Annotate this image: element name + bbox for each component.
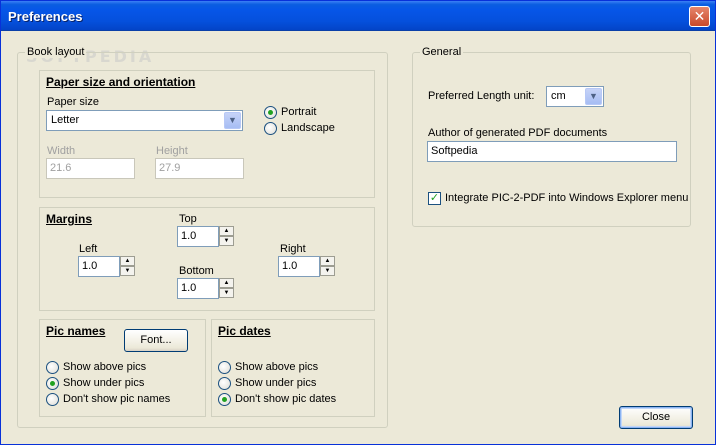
arrow-up-icon[interactable]: ▲ xyxy=(219,278,234,288)
pic-dates-above-label: Show above pics xyxy=(235,361,319,373)
pic-names-under-label: Show under pics xyxy=(63,377,145,389)
margin-top-value[interactable]: 1.0 xyxy=(177,226,219,247)
pic-dates-none-dot[interactable] xyxy=(218,393,231,406)
margin-bottom-label: Bottom xyxy=(179,265,214,277)
pic-dates-header: Pic dates xyxy=(218,324,271,338)
dialog-client: SOFTPEDIA Book layout Paper size and ori… xyxy=(4,32,712,442)
author-label: Author of generated PDF documents xyxy=(428,127,608,139)
pic-names-header: Pic names xyxy=(46,324,106,338)
width-label: Width xyxy=(47,145,76,157)
font-button[interactable]: Font... xyxy=(124,329,188,352)
pic-names-none-label: Don't show pic names xyxy=(63,393,171,405)
book-layout-legend: Book layout xyxy=(25,46,87,58)
close-button[interactable]: Close xyxy=(619,406,693,429)
general-legend: General xyxy=(420,46,464,58)
pic-dates-none-label: Don't show pic dates xyxy=(235,393,337,405)
margin-bottom-stepper[interactable]: 1.0 ▲ ▼ xyxy=(177,278,234,299)
margin-left-stepper[interactable]: 1.0 ▲ ▼ xyxy=(78,256,135,277)
general-group: General Preferred Length unit: cm ▼ Auth… xyxy=(412,46,691,227)
margin-top-label: Top xyxy=(179,213,197,225)
window-title: Preferences xyxy=(8,9,83,24)
length-unit-select[interactable]: cm ▼ xyxy=(546,86,604,107)
arrow-down-icon[interactable]: ▼ xyxy=(219,236,234,246)
chevron-down-icon[interactable]: ▼ xyxy=(585,88,602,105)
pic-names-under-dot[interactable] xyxy=(46,377,59,390)
pic-dates-under-label: Show under pics xyxy=(235,377,317,389)
margin-right-value[interactable]: 1.0 xyxy=(278,256,320,277)
preferences-window: Preferences ✕ SOFTPEDIA Book layout Pape… xyxy=(0,0,716,445)
radio-portrait-label: Portrait xyxy=(281,106,317,118)
radio-landscape-dot[interactable] xyxy=(264,122,277,135)
arrow-down-icon[interactable]: ▼ xyxy=(120,266,135,276)
chevron-down-icon[interactable]: ▼ xyxy=(224,112,241,129)
paper-header: Paper size and orientation xyxy=(46,75,196,89)
pic-dates-under-dot[interactable] xyxy=(218,377,231,390)
height-label: Height xyxy=(156,145,188,157)
author-field[interactable]: Softpedia xyxy=(427,141,677,162)
close-icon[interactable]: ✕ xyxy=(689,6,710,27)
integrate-label: Integrate PIC-2-PDF into Windows Explore… xyxy=(445,192,689,204)
pic-dates-above-dot[interactable] xyxy=(218,361,231,374)
margin-left-value[interactable]: 1.0 xyxy=(78,256,120,277)
paper-size-select[interactable]: Letter ▼ xyxy=(46,110,243,131)
margin-top-stepper[interactable]: 1.0 ▲ ▼ xyxy=(177,226,234,247)
arrow-down-icon[interactable]: ▼ xyxy=(219,288,234,298)
paper-size-value: Letter xyxy=(51,114,80,126)
paper-group: Paper size and orientation Paper size Le… xyxy=(39,70,375,198)
arrow-up-icon[interactable]: ▲ xyxy=(219,226,234,236)
margins-header: Margins xyxy=(46,212,93,226)
margin-right-stepper[interactable]: 1.0 ▲ ▼ xyxy=(278,256,335,277)
arrow-up-icon[interactable]: ▲ xyxy=(320,256,335,266)
length-unit-value: cm xyxy=(551,90,566,102)
arrow-up-icon[interactable]: ▲ xyxy=(120,256,135,266)
height-field[interactable]: 27.9 xyxy=(155,158,244,179)
paper-size-label: Paper size xyxy=(47,96,99,108)
margins-group: Margins Top 1.0 ▲ ▼ Left 1.0 ▲ ▼ Right 1.0… xyxy=(39,207,375,311)
arrow-down-icon[interactable]: ▼ xyxy=(320,266,335,276)
pic-names-above-dot[interactable] xyxy=(46,361,59,374)
margin-bottom-value[interactable]: 1.0 xyxy=(177,278,219,299)
checkmark-icon[interactable]: ✓ xyxy=(428,192,441,205)
title-bar[interactable]: Preferences ✕ xyxy=(1,1,715,31)
pic-names-none-dot[interactable] xyxy=(46,393,59,406)
pic-dates-group: Pic dates Show above pics Show under pic… xyxy=(211,319,375,417)
length-unit-label: Preferred Length unit: xyxy=(428,90,535,102)
margin-left-label: Left xyxy=(79,243,98,255)
pic-names-group: Pic names Font... Show above pics Show u… xyxy=(39,319,206,417)
width-field[interactable]: 21.6 xyxy=(46,158,135,179)
margin-right-label: Right xyxy=(280,243,306,255)
radio-portrait-dot[interactable] xyxy=(264,106,277,119)
radio-landscape-label: Landscape xyxy=(281,122,335,134)
pic-names-above-label: Show above pics xyxy=(63,361,147,373)
book-layout-group: Book layout Paper size and orientation P… xyxy=(17,46,388,428)
